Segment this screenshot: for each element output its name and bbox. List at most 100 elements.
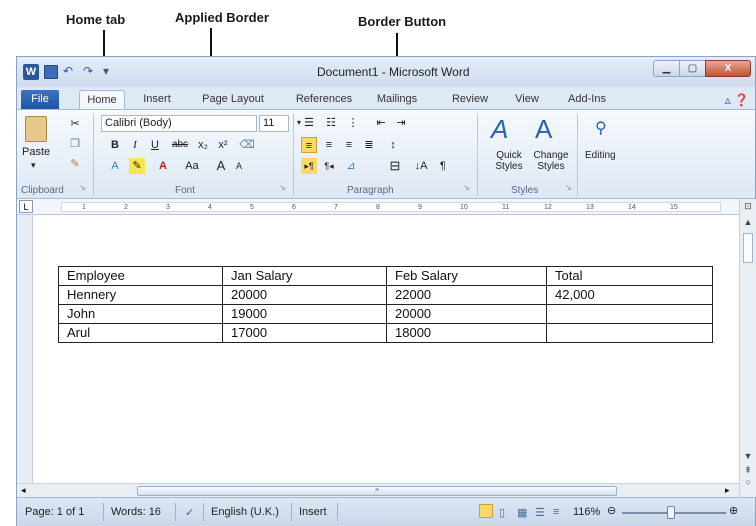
align-left-icon[interactable]: ≡ [301, 137, 317, 153]
help-icon[interactable]: ▵ ❓ [725, 93, 749, 107]
cut-icon[interactable]: ✂ [67, 116, 83, 132]
italic-button[interactable]: I [127, 137, 143, 153]
line-spacing-icon[interactable]: ↕ [385, 137, 401, 153]
zoom-slider-thumb[interactable] [667, 506, 675, 519]
previous-page-icon[interactable]: ⇞ [743, 465, 753, 476]
tab-review[interactable]: Review [445, 90, 495, 109]
browse-object-icon[interactable]: ○ [743, 477, 753, 487]
scroll-thumb[interactable] [743, 233, 753, 263]
table-cell[interactable]: 17000 [222, 323, 387, 343]
text-effects-icon[interactable]: A [107, 158, 123, 174]
change-styles-button[interactable]: Change Styles [529, 150, 573, 172]
horizontal-scrollbar[interactable]: ◂ ≡ ▸ [17, 483, 739, 497]
tab-references[interactable]: References [289, 90, 359, 109]
proofing-icon[interactable]: ✓ [185, 506, 194, 519]
increase-indent-icon[interactable]: ⇥ [393, 115, 409, 131]
table-cell[interactable]: 18000 [386, 323, 547, 343]
superscript-button[interactable]: x² [215, 137, 231, 153]
table-cell[interactable]: Feb Salary [386, 266, 547, 286]
zoom-level[interactable]: 116% [573, 506, 600, 518]
format-painter-icon[interactable]: ✎ [67, 156, 83, 172]
table-cell[interactable]: John [58, 304, 223, 324]
tab-add-ins[interactable]: Add-Ins [562, 90, 612, 109]
redo-icon[interactable]: ↷ [83, 64, 93, 80]
bullets-icon[interactable]: ☰ [301, 115, 317, 131]
tab-selector-icon[interactable]: L [19, 200, 33, 213]
tab-insert[interactable]: Insert [137, 90, 177, 109]
font-color-icon[interactable]: A [155, 158, 171, 174]
align-center-icon[interactable]: ≡ [321, 137, 337, 153]
clear-formatting-icon[interactable]: ⌫ [239, 137, 255, 153]
editing-icon[interactable]: ⚲ [595, 118, 607, 138]
full-screen-icon[interactable]: ▯ [499, 506, 505, 519]
bold-button[interactable]: B [107, 137, 123, 153]
vertical-ruler[interactable] [17, 215, 33, 483]
numbering-icon[interactable]: ☷ [323, 115, 339, 131]
word-count[interactable]: Words: 16 [111, 506, 161, 518]
tab-view[interactable]: View [507, 90, 547, 109]
change-styles-icon[interactable]: A [535, 114, 552, 145]
quick-styles-button[interactable]: Quick Styles [489, 150, 529, 172]
highlight-color-icon[interactable]: ✎ [129, 158, 145, 174]
word-app-icon[interactable]: W [23, 64, 39, 80]
table-cell[interactable]: Arul [58, 323, 223, 343]
tab-page-layout[interactable]: Page Layout [197, 90, 269, 109]
scroll-left-icon[interactable]: ◂ [21, 485, 26, 496]
font-name-box[interactable]: Calibri (Body) [101, 115, 257, 132]
web-layout-icon[interactable]: ▦ [517, 506, 527, 519]
close-button[interactable]: X [705, 60, 751, 77]
save-icon[interactable] [44, 65, 58, 79]
vertical-scrollbar[interactable]: ⊡ ▲ ▼ ⇞ ○ [739, 199, 756, 497]
table-cell[interactable]: Employee [58, 266, 223, 286]
table-cell[interactable]: 20000 [222, 285, 387, 305]
table-cell[interactable] [546, 323, 713, 343]
customize-quick-access-icon[interactable]: ▾ [103, 64, 109, 80]
paste-dropdown-icon[interactable]: ▾ [31, 160, 36, 171]
maximize-button[interactable]: ▢ [679, 60, 706, 77]
quick-styles-icon[interactable]: A [491, 114, 508, 145]
insert-mode[interactable]: Insert [299, 506, 327, 518]
underline-button[interactable]: U [147, 137, 163, 153]
paragraph-launcher-icon[interactable]: ↘ [463, 183, 470, 192]
language-indicator[interactable]: English (U.K.) [211, 506, 279, 518]
table-cell[interactable]: 42,000 [546, 285, 713, 305]
subscript-button[interactable]: x₂ [195, 137, 211, 153]
decrease-indent-icon[interactable]: ⇤ [373, 115, 389, 131]
align-right-icon[interactable]: ≡ [341, 137, 357, 153]
horizontal-ruler[interactable]: L 1 2 3 4 5 6 7 8 9 10 11 12 13 14 15 [17, 199, 755, 215]
table-cell[interactable] [546, 304, 713, 324]
change-case-button[interactable]: Aa [181, 158, 203, 174]
table-cell[interactable]: 19000 [222, 304, 387, 324]
salary-table[interactable]: Employee Jan Salary Feb Salary Total Hen… [58, 266, 713, 343]
scroll-right-icon[interactable]: ▸ [725, 485, 730, 496]
shading-icon[interactable]: ⊿ [343, 158, 359, 174]
ltr-direction-icon[interactable]: ▸¶ [301, 158, 317, 174]
styles-launcher-icon[interactable]: ↘ [565, 183, 572, 192]
font-launcher-icon[interactable]: ↘ [279, 183, 286, 192]
tab-home[interactable]: Home [79, 90, 125, 109]
tab-file[interactable]: File [21, 90, 59, 109]
strikethrough-button[interactable]: abc [169, 137, 191, 153]
grow-font-button[interactable]: A [213, 158, 229, 174]
page-count[interactable]: Page: 1 of 1 [25, 506, 84, 518]
draft-icon[interactable]: ≡ [553, 506, 559, 518]
rtl-direction-icon[interactable]: ¶◂ [321, 158, 337, 174]
justify-icon[interactable]: ≣ [361, 137, 377, 153]
paste-button[interactable]: Paste [22, 146, 50, 158]
clipboard-launcher-icon[interactable]: ↘ [79, 183, 86, 192]
ruler-toggle-icon[interactable]: ⊡ [743, 201, 753, 212]
tab-mailings[interactable]: Mailings [367, 90, 427, 109]
table-cell[interactable]: Jan Salary [222, 266, 387, 286]
editing-button[interactable]: Editing [585, 150, 616, 161]
paste-icon[interactable] [25, 116, 47, 142]
border-button[interactable]: ⊟ [387, 158, 403, 174]
undo-icon[interactable]: ↶ [63, 64, 73, 80]
minimize-button[interactable]: ▁ [653, 60, 680, 77]
font-size-box[interactable]: 11 [259, 115, 289, 132]
outline-icon[interactable]: ☰ [535, 506, 545, 519]
shrink-font-button[interactable]: A [231, 158, 247, 174]
print-layout-icon[interactable] [479, 504, 493, 518]
zoom-out-icon[interactable]: ⊖ [607, 504, 616, 517]
document-page[interactable]: Employee Jan Salary Feb Salary Total Hen… [17, 215, 739, 483]
scroll-up-icon[interactable]: ▲ [743, 217, 753, 227]
